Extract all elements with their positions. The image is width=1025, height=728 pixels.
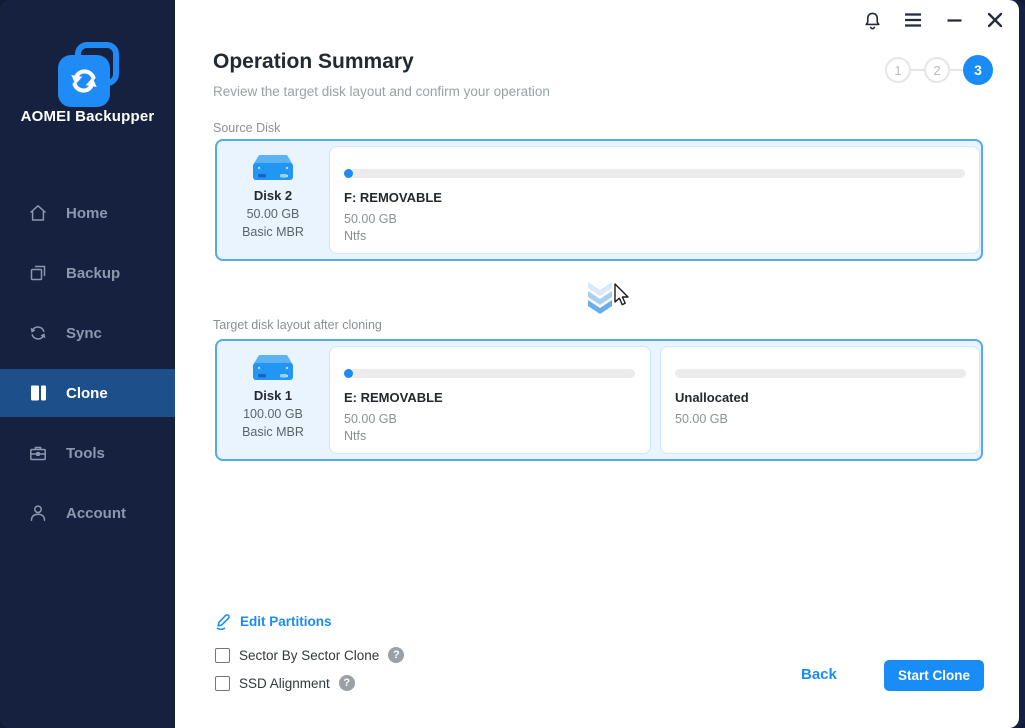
partition-name: F: REMOVABLE [344,190,442,205]
target-partition-unallocated[interactable]: Unallocated 50.00 GB [660,346,980,454]
sidebar-item-label: Clone [66,384,108,402]
main-content: Operation Summary Review the target disk… [175,0,1019,728]
disk-icon [253,155,293,180]
sidebar: AOMEI Backupper Home Backup Sync Clone T… [0,0,175,728]
disk-icon [253,355,293,380]
sidebar-item-backup[interactable]: Backup [0,249,175,297]
source-disk-info: Disk 2 50.00 GB Basic MBR [217,141,329,259]
help-icon[interactable]: ? [338,675,355,691]
help-icon[interactable]: ? [388,647,405,663]
ssd-alignment-row: SSD Alignment ? [215,675,355,691]
sector-by-sector-label: Sector By Sector Clone [239,647,380,663]
ssd-alignment-label: SSD Alignment [239,675,330,691]
app-window: AOMEI Backupper Home Backup Sync Clone T… [0,0,1025,728]
disk-size: 50.00 GB [246,207,300,221]
partition-name: E: REMOVABLE [344,390,443,405]
target-disk-info: Disk 1 100.00 GB Basic MBR [217,341,329,459]
close-icon[interactable] [983,8,1007,32]
step-2: 2 [924,57,950,83]
clone-icon [31,385,46,401]
partition-usage-bar [675,369,966,378]
notification-bell-icon[interactable] [860,8,884,32]
page-title: Operation Summary [213,50,414,73]
ssd-alignment-checkbox[interactable] [215,675,230,691]
disk-name: Disk 2 [253,188,293,203]
app-logo-icon [53,42,123,108]
start-clone-button[interactable]: Start Clone [884,660,984,691]
titlebar [860,8,1007,32]
source-disk-card[interactable]: Disk 2 50.00 GB Basic MBR F: REMOVABLE 5… [215,139,983,261]
sidebar-item-account[interactable]: Account [0,489,175,537]
source-partition[interactable]: F: REMOVABLE 50.00 GB Ntfs [329,146,980,254]
menu-icon[interactable] [901,8,925,32]
step-connector [950,69,963,71]
step-indicator: 1 2 3 [885,55,993,85]
sidebar-nav: Home Backup Sync Clone Tools Account [0,189,175,549]
logo: AOMEI Backupper [0,0,175,150]
sidebar-item-label: Tools [66,444,105,462]
partition-filesystem: Ntfs [344,229,367,243]
sidebar-item-sync[interactable]: Sync [0,309,175,357]
disk-type: Basic MBR [242,225,304,239]
sync-icon [30,326,46,340]
edit-pen-icon [216,614,230,630]
source-disk-label: Source Disk [213,121,281,135]
account-icon [30,505,46,521]
sidebar-item-tools[interactable]: Tools [0,429,175,477]
edit-partitions-button[interactable]: Edit Partitions [215,613,332,630]
page-subtitle: Review the target disk layout and confir… [213,84,550,99]
partition-usage-bar [344,369,635,378]
target-partition-1[interactable]: E: REMOVABLE 50.00 GB Ntfs [329,346,651,454]
step-1: 1 [885,57,911,83]
sidebar-item-label: Sync [66,324,102,342]
sidebar-item-label: Account [66,504,126,522]
sector-by-sector-checkbox[interactable] [215,647,230,663]
disk-type: Basic MBR [242,425,304,439]
sidebar-item-clone[interactable]: Clone [0,369,175,417]
back-button[interactable]: Back [801,666,837,683]
partition-filesystem: Ntfs [344,429,367,443]
step-3-current: 3 [963,55,993,85]
sidebar-item-label: Backup [66,264,121,282]
disk-name: Disk 1 [253,388,293,403]
partition-size: 50.00 GB [344,412,397,426]
clone-direction-chevrons-icon [588,282,612,314]
partition-name: Unallocated [675,390,749,405]
disk-size: 100.00 GB [243,407,303,421]
sector-by-sector-row: Sector By Sector Clone ? [215,647,405,663]
edit-partitions-label: Edit Partitions [240,614,332,629]
sync-arrows-icon [71,69,97,93]
sidebar-item-home[interactable]: Home [0,189,175,237]
app-title: AOMEI Backupper [20,108,155,125]
partition-usage-bar [344,169,965,178]
target-disk-card[interactable]: Disk 1 100.00 GB Basic MBR E: REMOVABLE … [215,339,983,461]
tools-icon [30,446,46,461]
step-connector [911,69,924,71]
partition-size: 50.00 GB [675,412,728,426]
minimize-icon[interactable] [942,8,966,32]
target-layout-label: Target disk layout after cloning [213,318,382,332]
backup-icon [30,265,46,281]
partition-size: 50.00 GB [344,212,397,226]
sidebar-item-label: Home [66,204,108,222]
mouse-cursor [614,283,629,306]
home-icon [30,205,46,221]
